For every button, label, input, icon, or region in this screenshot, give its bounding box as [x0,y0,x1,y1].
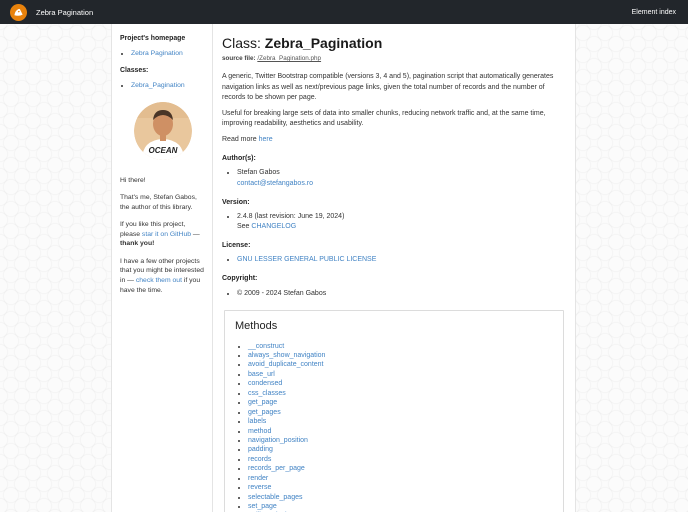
method-list-item: records [248,455,553,464]
method-list-item: avoid_duplicate_content [248,360,553,369]
version-see-text: See [237,222,250,230]
element-index-link[interactable]: Element index [632,9,676,16]
classes-list: Zebra_Pagination [120,81,205,91]
brand-link[interactable]: Zebra Pagination [36,8,93,17]
classes-heading: Classes: [120,67,149,75]
main-content: Class: Zebra_Pagination source file: /Ze… [213,24,575,512]
method-link[interactable]: reverse [248,484,271,491]
zebra-logo-icon[interactable] [10,3,27,21]
method-list-item: base_url [248,370,553,379]
author-name: Stefan Gabos [237,169,280,177]
method-list-item: reverse [248,483,553,492]
method-link[interactable]: css_classes [248,390,286,397]
method-link[interactable]: records_per_page [248,465,305,472]
sidebar-homepage-link[interactable]: Zebra Pagination [131,50,183,57]
method-list-item: set_page [248,502,553,511]
methods-heading: Methods [235,319,278,332]
license-heading: License: [222,242,251,250]
homepage-list: Zebra Pagination [120,49,205,59]
method-link[interactable]: get_page [248,399,277,406]
intro-paragraph-2: Useful for breaking large sets of data i… [222,109,546,127]
version-item: 2.4.8 (last revision: June 19, 2024) See… [237,212,566,232]
top-navbar: Zebra Pagination Element index [0,0,688,24]
copyright-list: © 2009 - 2024 Stefan Gabos [222,289,566,299]
methods-summary-box: Methods __construct always_show_navigatio… [224,309,564,512]
license-item: GNU LESSER GENERAL PUBLIC LICENSE [237,255,566,265]
source-file-label: source file: [222,55,256,63]
method-link[interactable]: get_pages [248,409,281,416]
dash-text: — [192,230,200,238]
method-list-item: __construct [248,342,553,351]
method-link[interactable]: __construct [248,343,284,350]
read-more-link[interactable]: here [259,136,273,143]
copyright-item: © 2009 - 2024 Stefan Gabos [237,289,566,299]
method-link[interactable]: base_url [248,371,275,378]
copyright-heading: Copyright: [222,275,258,283]
method-link[interactable]: selectable_pages [248,494,303,501]
method-link[interactable]: render [248,475,268,482]
method-link[interactable]: method [248,428,271,435]
method-link[interactable]: padding [248,446,273,453]
method-link[interactable]: always_show_navigation [248,352,325,359]
method-link[interactable]: navigation_position [248,437,308,444]
method-list-item: get_pages [248,408,553,417]
method-list-item: padding [248,445,553,454]
license-list: GNU LESSER GENERAL PUBLIC LICENSE [222,255,566,265]
method-list-item: method [248,427,553,436]
avatar-wrap: OCEAN [120,102,205,164]
method-link[interactable]: set_page [248,503,277,510]
source-file-link[interactable]: /Zebra_Pagination.php [257,55,321,62]
page-title: Class: Zebra_Pagination [222,33,566,53]
method-list-item: labels [248,417,553,426]
title-prefix: Class: [222,35,261,51]
sidebar-star-paragraph: If you like this project, please star it… [120,220,205,249]
method-list-item: condensed [248,379,553,388]
sidebar-projects-paragraph: I have a few other projects that you mig… [120,257,205,295]
version-list: 2.4.8 (last revision: June 19, 2024) See… [222,212,566,232]
github-star-link[interactable]: star it on GitHub [142,231,191,238]
read-more-text: Read more [222,136,257,144]
intro-paragraph-1: A generic, Twitter Bootstrap compatible … [222,73,554,101]
copyright-value: © 2009 - 2024 Stefan Gabos [237,289,327,297]
method-list-item: css_classes [248,389,553,398]
read-more-paragraph: Read more here [222,135,566,145]
method-link[interactable]: labels [248,418,266,425]
sidebar: Project's homepage Zebra Pagination Clas… [112,24,213,512]
list-item: Zebra Pagination [131,49,205,59]
sidebar-class-link[interactable]: Zebra_Pagination [131,82,185,89]
source-file-line: source file: /Zebra_Pagination.php [222,54,566,63]
avatar-shirt-text: OCEAN [148,146,177,155]
sidebar-intro: That's me, Stefan Gabos, the author of t… [120,194,197,211]
authors-list: Stefan Gabos contact@stefangabos.ro [222,168,566,188]
homepage-heading: Project's homepage [120,35,186,42]
method-list-item: navigation_position [248,436,553,445]
method-list-item: always_show_navigation [248,351,553,360]
list-item: Zebra_Pagination [131,81,205,91]
methods-list: __construct always_show_navigation avoid_d… [235,342,553,512]
license-link[interactable]: GNU LESSER GENERAL PUBLIC LICENSE [237,256,376,263]
version-heading: Version: [222,198,250,206]
author-avatar: OCEAN [133,102,192,161]
title-class-name: Zebra_Pagination [264,35,383,51]
version-value: 2.4.8 (last revision: June 19, 2024) [237,212,345,220]
method-link[interactable]: records [248,456,271,463]
method-link[interactable]: avoid_duplicate_content [248,361,324,368]
sidebar-greeting: Hi there! [120,176,146,184]
author-email-link[interactable]: contact@stefangabos.ro [237,180,313,187]
thank-you-text: thank you! [120,240,155,248]
method-list-item: records_per_page [248,464,553,473]
method-list-item: render [248,474,553,483]
method-list-item: selectable_pages [248,493,553,502]
page-wrapper: Project's homepage Zebra Pagination Clas… [111,24,576,512]
author-item: Stefan Gabos contact@stefangabos.ro [237,168,566,188]
method-list-item: get_page [248,398,553,407]
other-projects-link[interactable]: check them out [136,277,182,284]
changelog-link[interactable]: CHANGELOG [251,223,296,230]
authors-heading: Author(s): [222,155,256,163]
method-link[interactable]: condensed [248,380,282,387]
